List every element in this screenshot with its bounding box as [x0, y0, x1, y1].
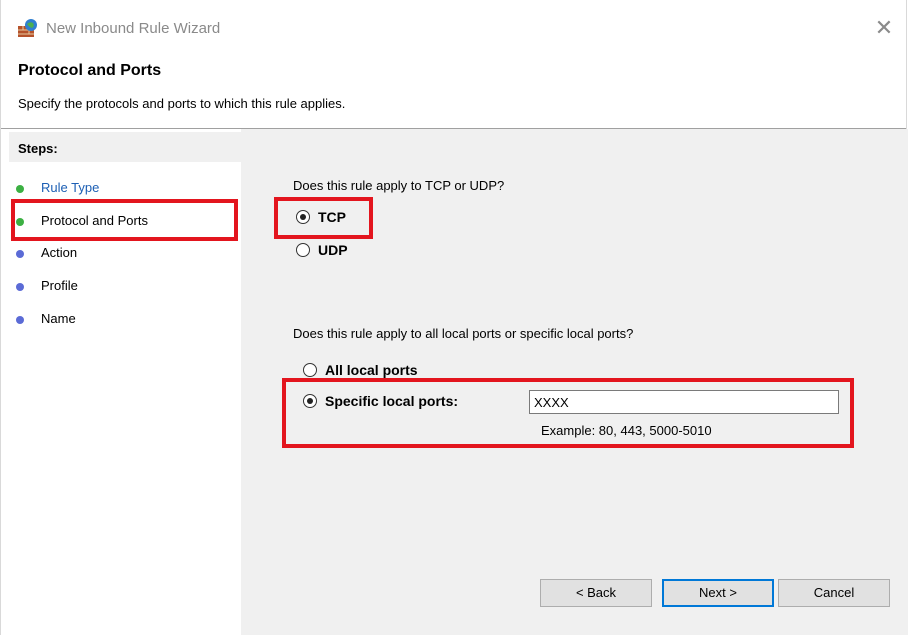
main-panel: [241, 129, 908, 635]
page-description: Specify the protocols and ports to which…: [18, 96, 346, 111]
step-complete-icon: [16, 185, 24, 193]
title-bar: New Inbound Rule Wizard ✕: [1, 0, 906, 58]
steps-label: Steps:: [18, 141, 58, 156]
cancel-button[interactable]: Cancel: [778, 579, 890, 607]
ports-question: Does this rule apply to all local ports …: [293, 326, 634, 341]
tcp-label: TCP: [318, 209, 346, 225]
sidebar-item-label: Rule Type: [41, 180, 100, 195]
sidebar-item-profile[interactable]: Profile: [1, 273, 241, 299]
sidebar-item-rule-type[interactable]: Rule Type: [1, 175, 241, 201]
step-pending-icon: [16, 250, 24, 258]
step-pending-icon: [16, 283, 24, 291]
page-title: Protocol and Ports: [18, 62, 162, 79]
radio-unselected-icon: [296, 243, 310, 257]
specific-ports-input[interactable]: [529, 390, 839, 414]
all-local-ports-label: All local ports: [325, 362, 418, 378]
specific-local-ports-label: Specific local ports:: [325, 393, 459, 409]
sidebar-item-label: Profile: [41, 278, 78, 293]
sidebar-item-protocol-and-ports[interactable]: Protocol and Ports: [1, 208, 241, 234]
protocol-question: Does this rule apply to TCP or UDP?: [293, 178, 505, 193]
sidebar-item-label: Action: [41, 245, 78, 260]
steps-sidebar: Steps: Rule Type Protocol and Ports Acti…: [1, 129, 241, 635]
sidebar-item-label: Name: [41, 311, 76, 326]
udp-label: UDP: [318, 242, 348, 258]
radio-unselected-icon: [303, 363, 317, 377]
radio-selected-icon: [303, 394, 317, 408]
close-button[interactable]: ✕: [870, 14, 898, 42]
sidebar-item-label: Protocol and Ports: [41, 213, 148, 228]
sidebar-item-name[interactable]: Name: [1, 306, 241, 332]
ports-example-hint: Example: 80, 443, 5000-5010: [541, 423, 712, 438]
radio-selected-icon: [296, 210, 310, 224]
window-title: New Inbound Rule Wizard: [46, 20, 221, 37]
step-current-icon: [16, 218, 24, 226]
sidebar-item-action[interactable]: Action: [1, 240, 241, 266]
back-button[interactable]: < Back: [540, 579, 652, 607]
steps-header: Steps:: [9, 132, 241, 162]
firewall-icon: [17, 18, 39, 38]
step-pending-icon: [16, 316, 24, 324]
next-button[interactable]: Next >: [662, 579, 774, 607]
wizard-window: New Inbound Rule Wizard ✕ Protocol and P…: [0, 0, 908, 635]
